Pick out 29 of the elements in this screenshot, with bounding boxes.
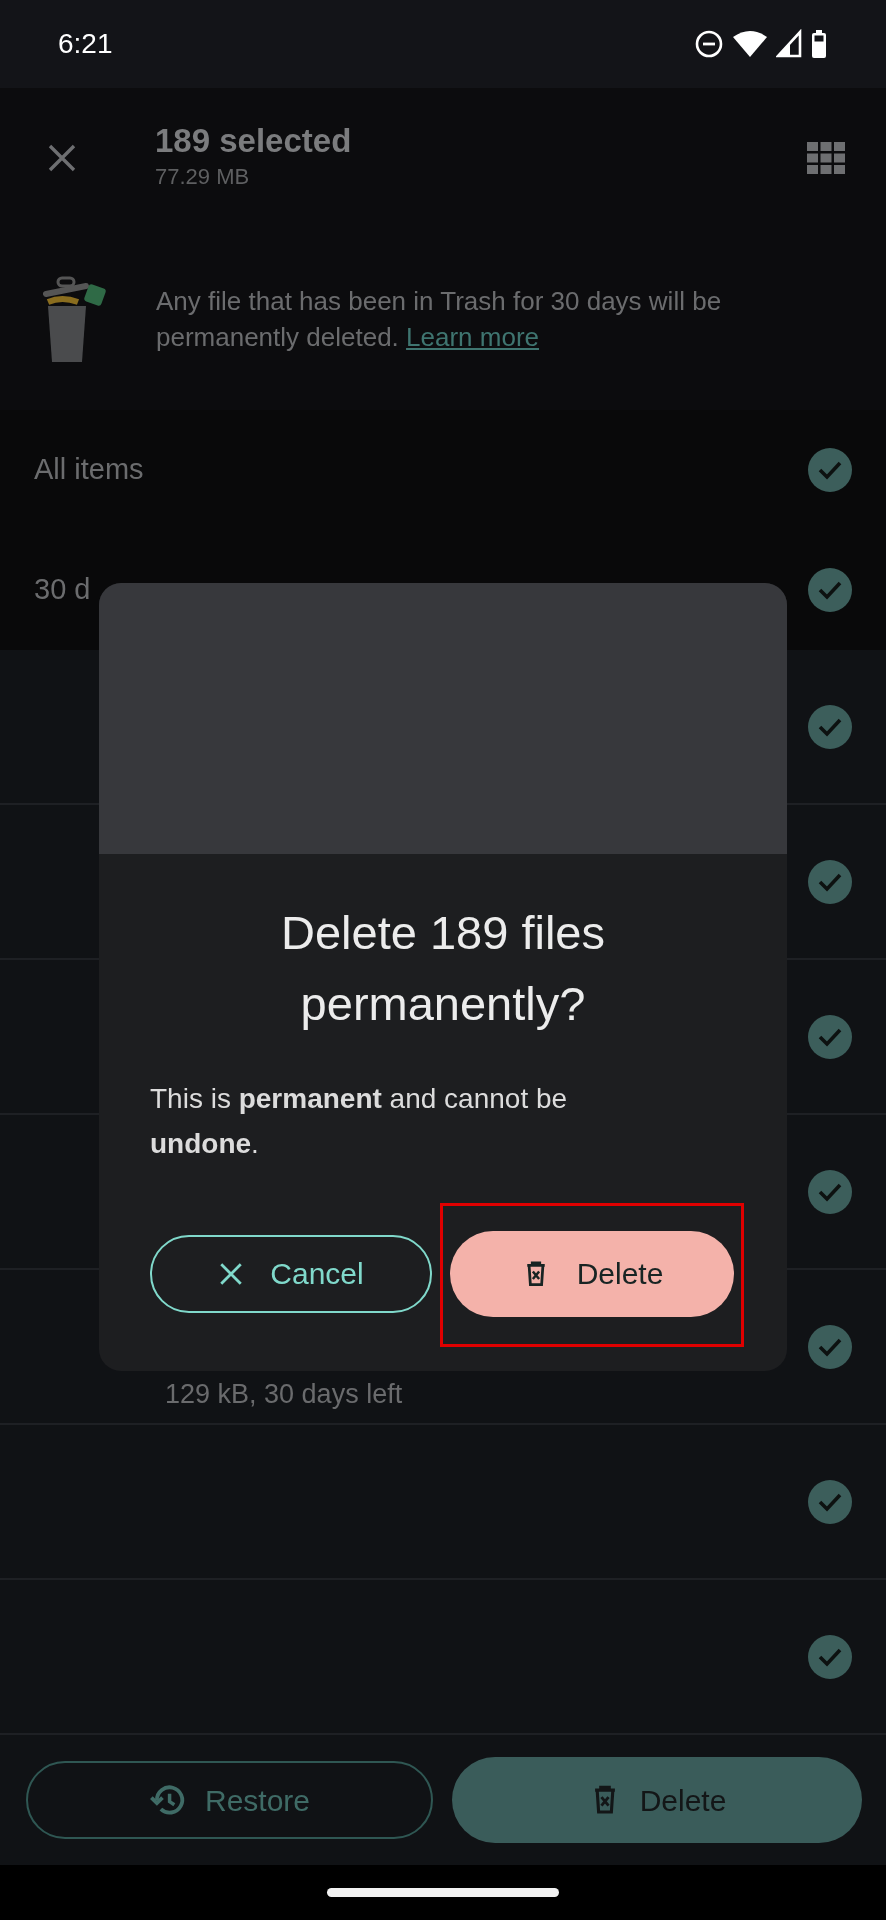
trash-notice: Any file that has been in Trash for 30 days will be permanently deleted. Learn more [156, 284, 723, 354]
grid-view-icon[interactable] [806, 141, 846, 175]
checked-icon[interactable] [808, 1479, 852, 1524]
checked-icon[interactable] [808, 448, 852, 492]
checked-icon[interactable] [808, 704, 852, 749]
selection-title: 189 selected [155, 123, 353, 160]
file-details: 129 kB, 30 days left [165, 1378, 403, 1411]
wifi-icon [732, 29, 768, 59]
status-time: 6:21 [58, 27, 113, 61]
checked-icon[interactable] [808, 1169, 852, 1214]
battery-icon [810, 29, 828, 59]
checked-icon[interactable] [808, 568, 852, 612]
checked-icon[interactable] [808, 859, 852, 904]
cancel-button[interactable]: Cancel [150, 1234, 432, 1313]
dialog-title: Delete 189 files permanently? [280, 905, 606, 1032]
section-label: All items [34, 452, 144, 488]
delete-button[interactable]: Delete [452, 1757, 862, 1843]
dialog-message: This is permanent and cannot be undone. [149, 1082, 569, 1161]
section-label: 30 d [34, 572, 91, 608]
delete-button[interactable]: Delete [450, 1230, 734, 1317]
home-handle[interactable] [327, 1888, 559, 1897]
selection-size: 77.29 MB [155, 162, 251, 191]
restore-button[interactable]: Restore [26, 1761, 433, 1839]
learn-more-link[interactable]: Learn more [406, 322, 539, 352]
checked-icon[interactable] [808, 1634, 852, 1679]
signal-icon [776, 29, 802, 59]
checked-icon[interactable] [808, 1014, 852, 1059]
do-not-disturb-icon [694, 29, 724, 59]
checked-icon[interactable] [808, 1324, 852, 1369]
